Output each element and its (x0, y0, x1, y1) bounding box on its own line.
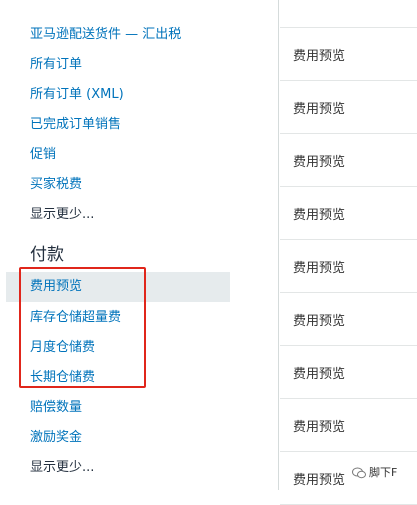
table-row[interactable] (280, 0, 417, 28)
row-label: 费用预览 (293, 49, 346, 64)
table-row[interactable]: 费用预览 (280, 346, 417, 399)
row-label: 费用预览 (293, 420, 346, 435)
row-label: 费用预览 (293, 473, 346, 488)
row-label: 费用预览 (293, 367, 346, 382)
report-list: 费用预览 费用预览 费用预览 费用预览 费用预览 费用预览 费用预览 费用预览 … (280, 0, 417, 505)
nav-fba-shipment-tax[interactable]: 亚马逊配送货件 — 汇出税 (30, 20, 181, 50)
watermark: 脚下F (352, 464, 400, 482)
table-row[interactable]: 费用预览 (280, 240, 417, 293)
nav-all-orders-xml[interactable]: 所有订单 (XML) (30, 80, 124, 110)
wechat-icon (352, 467, 366, 479)
report-sidebar: —————— 亚马逊配送货件 — 汇出税 所有订单 所有订单 (XML) 已完成… (0, 0, 279, 490)
nav-all-orders[interactable]: 所有订单 (30, 50, 82, 80)
nav-buyer-tax[interactable]: 买家税费 (30, 170, 82, 200)
table-row[interactable]: 费用预览 (280, 399, 417, 452)
nav-promotions[interactable]: 促销 (30, 140, 56, 170)
payment-section-heading: 付款 (30, 245, 64, 265)
show-less-link[interactable]: 显示更少... (30, 200, 94, 230)
annotation-highlight-box (19, 267, 146, 388)
watermark-text: 脚下F (369, 466, 398, 479)
row-label: 费用预览 (293, 261, 346, 276)
row-label: 费用预览 (293, 155, 346, 170)
row-label: 费用预览 (293, 102, 346, 117)
clipped-item: —————— (30, 0, 108, 5)
table-row[interactable]: 费用预览 (280, 28, 417, 81)
table-row[interactable]: 费用预览 (280, 81, 417, 134)
table-row[interactable]: 费用预览 (280, 134, 417, 187)
show-less-link-2[interactable]: 显示更少... (30, 453, 94, 483)
table-row[interactable]: 费用预览 (280, 293, 417, 346)
row-label: 费用预览 (293, 314, 346, 329)
table-row[interactable]: 费用预览 (280, 187, 417, 240)
row-label: 费用预览 (293, 208, 346, 223)
nav-reimbursements[interactable]: 赔偿数量 (30, 393, 82, 423)
nav-incentive-bonus[interactable]: 激励奖金 (30, 423, 82, 453)
nav-completed-order-sales[interactable]: 已完成订单销售 (30, 110, 121, 140)
